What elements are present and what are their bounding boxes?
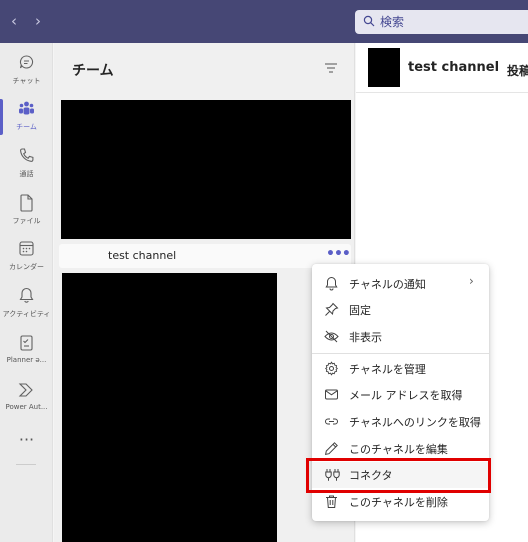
channel-name: test channel <box>108 249 177 262</box>
calendar-icon <box>19 241 34 256</box>
panel-title: チーム <box>72 63 114 79</box>
rail-item-label: Planner ə... <box>6 356 47 364</box>
teams-icon <box>19 101 34 115</box>
trash-icon <box>326 495 337 508</box>
rail-item-label: チーム <box>16 123 37 131</box>
rail-item-calendar[interactable]: カレンダー <box>0 237 53 281</box>
menu-item-label: メール アドレスを取得 <box>349 389 463 402</box>
tab-posts[interactable]: 投稿 <box>507 62 528 79</box>
more-apps-button[interactable]: ··· <box>0 430 53 449</box>
bell-icon <box>325 276 338 291</box>
menu-item-label: 固定 <box>349 304 371 317</box>
menu-item-hide[interactable]: 非表示 <box>312 324 489 350</box>
gear-icon <box>324 361 339 376</box>
rail-item-teams[interactable]: チーム <box>0 97 53 141</box>
eye-off-icon <box>324 330 339 343</box>
menu-item-label: このチャネルを編集 <box>349 443 448 456</box>
channel-header: test channel 投稿 <box>356 43 528 93</box>
menu-divider <box>312 353 489 354</box>
menu-item-label: チャネルへのリンクを取得 <box>349 416 481 429</box>
rail-item-power-automate[interactable]: Power Aut... <box>0 378 53 422</box>
link-icon <box>325 418 338 425</box>
menu-item-label: 非表示 <box>349 331 382 344</box>
search-input[interactable]: 検索 <box>355 10 528 34</box>
rail-item-label: 通話 <box>19 170 34 178</box>
menu-item-get-email[interactable]: メール アドレスを取得 <box>312 382 489 408</box>
rail-item-files[interactable]: ファイル <box>0 191 53 235</box>
menu-item-label: このチャネルを削除 <box>349 496 448 509</box>
channel-row[interactable]: test channel ••• <box>59 244 351 268</box>
chevron-left-icon[interactable]: ‹ <box>6 12 22 30</box>
menu-item-get-link[interactable]: チャネルへのリンクを取得 <box>312 409 489 435</box>
rail-item-activity[interactable]: アクティビティ <box>0 284 53 328</box>
bell-icon <box>19 287 34 303</box>
more-options-icon[interactable]: ••• <box>326 245 351 265</box>
file-icon <box>20 194 33 212</box>
search-placeholder: 検索 <box>380 15 405 29</box>
rail-item-label: ファイル <box>12 217 41 225</box>
rail-item-chat[interactable]: チャット <box>0 51 53 95</box>
channel-title: test channel <box>408 60 500 75</box>
phone-icon <box>20 148 34 162</box>
chevron-right-icon: › <box>469 274 474 288</box>
menu-item-pin[interactable]: 固定 <box>312 297 489 323</box>
team-avatar <box>368 48 400 87</box>
filter-icon[interactable] <box>324 62 338 74</box>
rail-item-label: チャット <box>12 77 41 85</box>
chat-icon <box>19 55 34 69</box>
app-rail: チャット チーム 通話 ファイル カレンダー アクティビティ Planner ə… <box>0 43 53 542</box>
chevron-right-icon[interactable]: › <box>30 12 46 30</box>
pin-icon <box>325 302 339 316</box>
rail-item-calls[interactable]: 通話 <box>0 144 53 188</box>
rail-item-label: Power Aut... <box>5 403 48 411</box>
rail-item-label: アクティビティ <box>2 310 51 318</box>
menu-item-channel-notifications[interactable]: チャネルの通知 › <box>312 271 489 297</box>
planner-icon <box>20 335 33 351</box>
title-bar: ‹ › 検索 <box>0 0 528 43</box>
power-automate-icon <box>18 383 33 397</box>
team-image <box>61 100 351 239</box>
rail-item-label: カレンダー <box>9 263 44 271</box>
search-icon <box>363 15 375 27</box>
highlight-annotation-box <box>306 458 491 493</box>
menu-item-manage-channel[interactable]: チャネルを管理 <box>312 356 489 382</box>
team-image <box>62 273 277 542</box>
mail-icon <box>325 389 338 400</box>
menu-item-label: チャネルを管理 <box>349 363 426 376</box>
rail-item-planner[interactable]: Planner ə... <box>0 331 53 375</box>
menu-item-label: チャネルの通知 <box>349 278 426 291</box>
rail-divider <box>16 464 36 465</box>
pencil-icon <box>324 442 338 456</box>
